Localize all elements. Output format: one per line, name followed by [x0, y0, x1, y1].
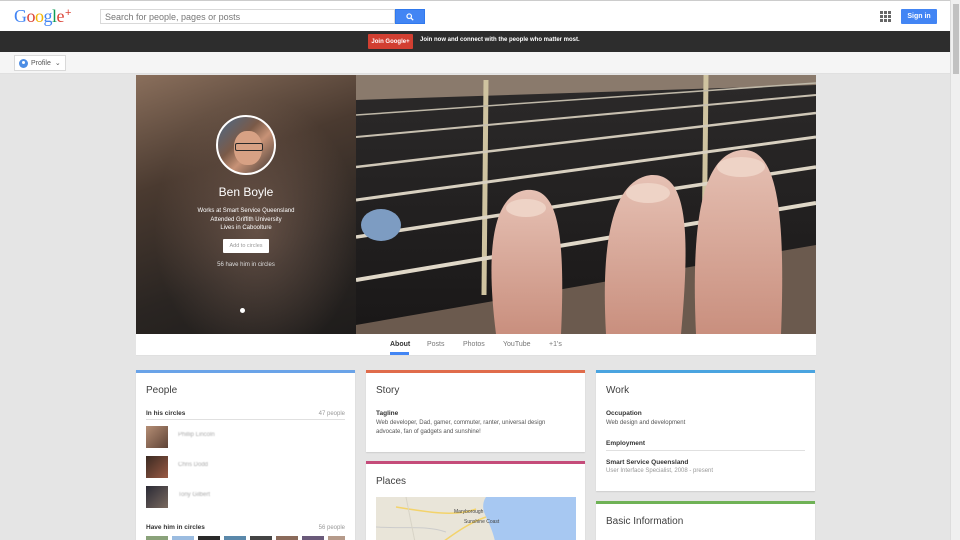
- profile-tabs: About Posts Photos YouTube +1's: [136, 334, 816, 356]
- tab-posts[interactable]: Posts: [427, 341, 445, 348]
- search-icon: [406, 12, 414, 21]
- story-title: Story: [376, 385, 400, 396]
- guitar-fretboard-photo: [356, 75, 816, 334]
- profile-dropdown-label: Profile: [31, 59, 51, 67]
- people-title: People: [146, 385, 178, 396]
- tab-about[interactable]: About: [390, 341, 410, 348]
- chevron-down-icon: ⌄: [54, 60, 61, 67]
- cover-photo: [356, 75, 816, 334]
- join-banner: Join Google+ Join now and connect with t…: [0, 31, 950, 52]
- profile-bar: Profile ⌄: [0, 52, 950, 74]
- occupation-label: Occupation: [606, 410, 642, 417]
- person-avatar[interactable]: [198, 536, 220, 540]
- apps-grid-icon[interactable]: [880, 11, 891, 22]
- sign-in-button[interactable]: Sign in: [901, 9, 937, 24]
- circle-count[interactable]: 56 have him in circles: [136, 262, 356, 268]
- in-his-circles-label: In his circles: [146, 410, 186, 417]
- have-him-in-circles-label: Have him in circles: [146, 524, 205, 531]
- employment-label: Employment: [606, 440, 646, 447]
- person-name[interactable]: Phillip Lincoln: [178, 432, 215, 438]
- tab-youtube[interactable]: YouTube: [503, 341, 531, 348]
- tab-plus-ones[interactable]: +1's: [549, 341, 562, 348]
- person-avatar[interactable]: [276, 536, 298, 540]
- add-to-circles-button[interactable]: Add to circles: [223, 239, 269, 253]
- profile-summary: Works at Smart Service Queensland Attend…: [136, 207, 356, 233]
- avatar[interactable]: [216, 115, 276, 175]
- places-map[interactable]: Maryborough Sunshine Coast: [376, 497, 576, 540]
- tagline-text: Web developer, Dad, gamer, commuter, ran…: [376, 420, 546, 435]
- map-label: Maryborough: [454, 509, 484, 515]
- profile-icon: [19, 58, 28, 68]
- google-plus-logo[interactable]: Google+: [14, 6, 71, 27]
- carousel-dot[interactable]: [240, 308, 245, 313]
- employment-position: User Interface Specialist, 2008 - presen…: [606, 468, 714, 474]
- profile-location: Lives in Caboolture: [220, 225, 272, 231]
- work-card: Work Occupation Web design and developme…: [596, 370, 815, 491]
- person-avatar[interactable]: [146, 456, 168, 478]
- tab-photos[interactable]: Photos: [463, 341, 485, 348]
- search-input[interactable]: [100, 9, 395, 24]
- person-avatar[interactable]: [146, 426, 168, 448]
- places-card: Places Maryborough Sunshine Coast: [366, 461, 585, 540]
- profile-education: Attended Griffith University: [210, 216, 282, 223]
- person-avatar[interactable]: [172, 536, 194, 540]
- profile-cover-panel: Ben Boyle Works at Smart Service Queensl…: [136, 75, 356, 334]
- scrollbar-thumb[interactable]: [953, 4, 959, 74]
- profile-dropdown[interactable]: Profile ⌄: [14, 55, 66, 71]
- occupation-value: Web design and development: [606, 420, 686, 426]
- basic-information-title: Basic Information: [606, 516, 684, 527]
- person-avatar[interactable]: [146, 486, 168, 508]
- story-card: Story Tagline Web developer, Dad, gamer,…: [366, 370, 585, 452]
- person-avatar[interactable]: [328, 536, 345, 540]
- person-avatar[interactable]: [224, 536, 246, 540]
- search-button[interactable]: [395, 9, 425, 24]
- tagline-label: Tagline: [376, 410, 399, 417]
- profile-name: Ben Boyle: [218, 185, 274, 199]
- employer-name: Smart Service Queensland: [606, 459, 689, 466]
- have-him-in-circles-count[interactable]: 56 people: [319, 525, 345, 531]
- places-title: Places: [376, 476, 407, 487]
- basic-information-card: Basic Information: [596, 501, 815, 540]
- person-avatar[interactable]: [250, 536, 272, 540]
- person-name[interactable]: Chris Dodd: [178, 462, 208, 468]
- profile-work: Works at Smart Service Queensland: [197, 208, 295, 214]
- map-label: Sunshine Coast: [464, 519, 500, 525]
- active-tab-indicator: [390, 352, 409, 355]
- page-scrollbar[interactable]: [950, 0, 960, 540]
- people-card: People In his circles 47 people Phillip …: [136, 370, 355, 540]
- join-message: Join now and connect with the people who…: [420, 37, 580, 43]
- in-his-circles-count[interactable]: 47 people: [319, 411, 345, 417]
- person-avatar[interactable]: [302, 536, 324, 540]
- work-title: Work: [606, 385, 630, 396]
- join-google-plus-button[interactable]: Join Google+: [368, 34, 413, 49]
- person-name[interactable]: Tony Gilbert: [178, 492, 210, 498]
- top-bar: Google+ Sign in: [0, 0, 950, 31]
- person-avatar[interactable]: [146, 536, 168, 540]
